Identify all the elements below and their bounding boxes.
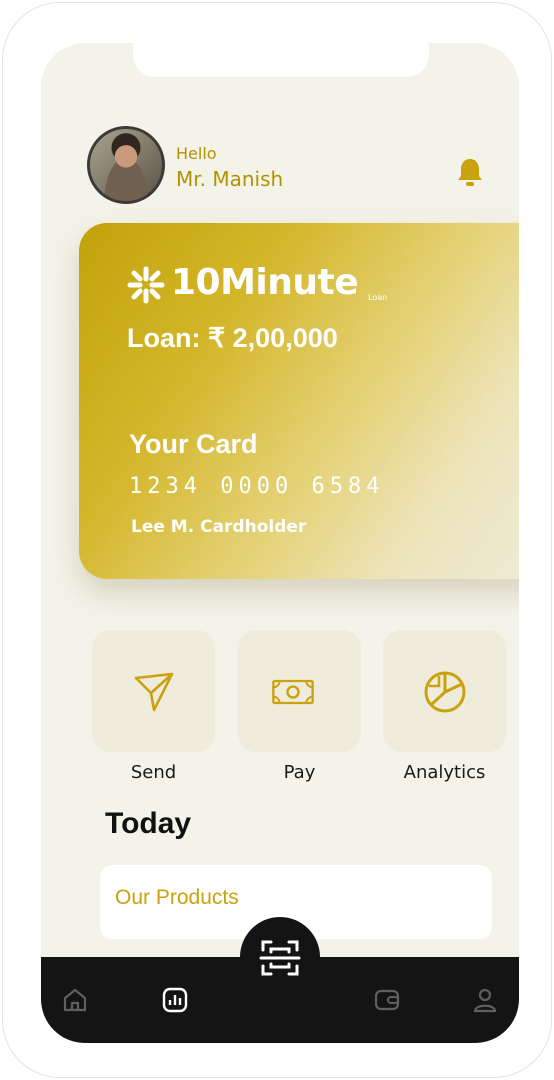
greeting-text: Hello [176, 144, 217, 163]
app-screen: Hello Mr. Manish 10Minute Loan Loan: ₹ 2… [41, 43, 519, 1043]
avatar[interactable] [87, 126, 165, 204]
card-holder-name: Lee M. Cardholder [131, 517, 307, 537]
user-name: Mr. Manish [176, 167, 284, 191]
pie-chart-icon [424, 671, 466, 713]
loan-amount: Loan: ₹ 2,00,000 [127, 323, 338, 353]
stats-icon[interactable] [161, 986, 189, 1014]
phone-frame: Hello Mr. Manish 10Minute Loan Loan: ₹ 2… [2, 2, 552, 1078]
pay-label: Pay [283, 762, 316, 783]
send-icon [134, 672, 174, 712]
bell-icon[interactable] [455, 156, 485, 188]
home-icon[interactable] [61, 986, 89, 1014]
wallet-icon[interactable] [373, 986, 401, 1014]
brand-logo-icon [127, 266, 165, 304]
section-title: Today [105, 807, 192, 840]
brand-name: 10Minute [171, 262, 359, 303]
banknote-icon [272, 679, 314, 705]
products-label: Our Products [115, 886, 239, 909]
profile-icon[interactable] [471, 986, 499, 1014]
send-label: Send [130, 762, 177, 783]
send-button[interactable] [92, 630, 215, 752]
card-label: Your Card [129, 429, 258, 459]
scan-icon[interactable] [259, 938, 301, 978]
pay-button[interactable] [238, 630, 361, 752]
analytics-button[interactable] [383, 630, 506, 752]
notch [133, 43, 429, 77]
card-number: 1234 0000 6584 [129, 474, 385, 499]
brand-subtitle: Loan [368, 293, 388, 302]
analytics-label: Analytics [403, 762, 486, 783]
